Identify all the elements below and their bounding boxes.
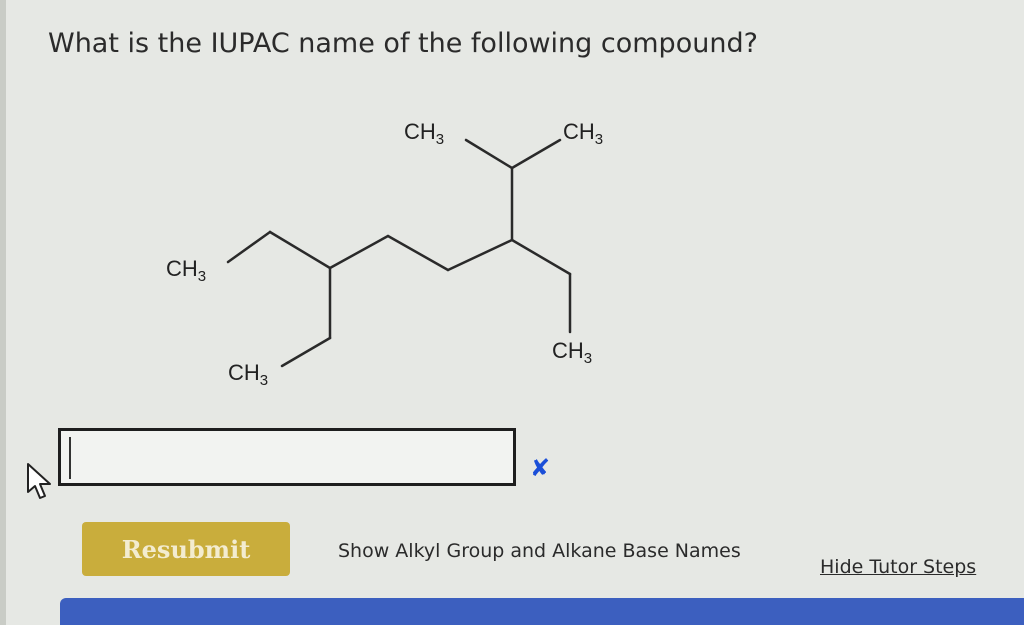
ch3-label: CH3 (563, 119, 603, 148)
mouse-cursor-icon (27, 463, 51, 499)
molecule-structure: CH3 CH3 CH3 CH3 CH3 (166, 119, 603, 389)
bond (226, 230, 272, 264)
show-alkyl-names-link[interactable]: Show Alkyl Group and Alkane Base Names (338, 540, 741, 562)
ch3-label: CH3 (404, 119, 444, 148)
answer-input[interactable] (69, 437, 511, 479)
resubmit-button[interactable]: Resubmit (82, 522, 290, 576)
bond (510, 238, 572, 276)
ch3-label: CH3 (228, 360, 268, 389)
bond (268, 230, 332, 270)
ch3-label: CH3 (552, 338, 592, 367)
answer-box (58, 428, 516, 486)
bond (464, 138, 514, 170)
bottom-panel-bar (60, 598, 1024, 625)
bond (446, 238, 514, 272)
x-mark-icon: ✘ (530, 454, 551, 482)
ch3-label: CH3 (166, 256, 206, 285)
bond (510, 138, 562, 170)
hide-tutor-steps-link[interactable]: Hide Tutor Steps (820, 556, 976, 578)
bond (386, 234, 450, 272)
bond (328, 234, 390, 270)
bond (280, 336, 332, 368)
skeletal-bonds (226, 138, 572, 368)
